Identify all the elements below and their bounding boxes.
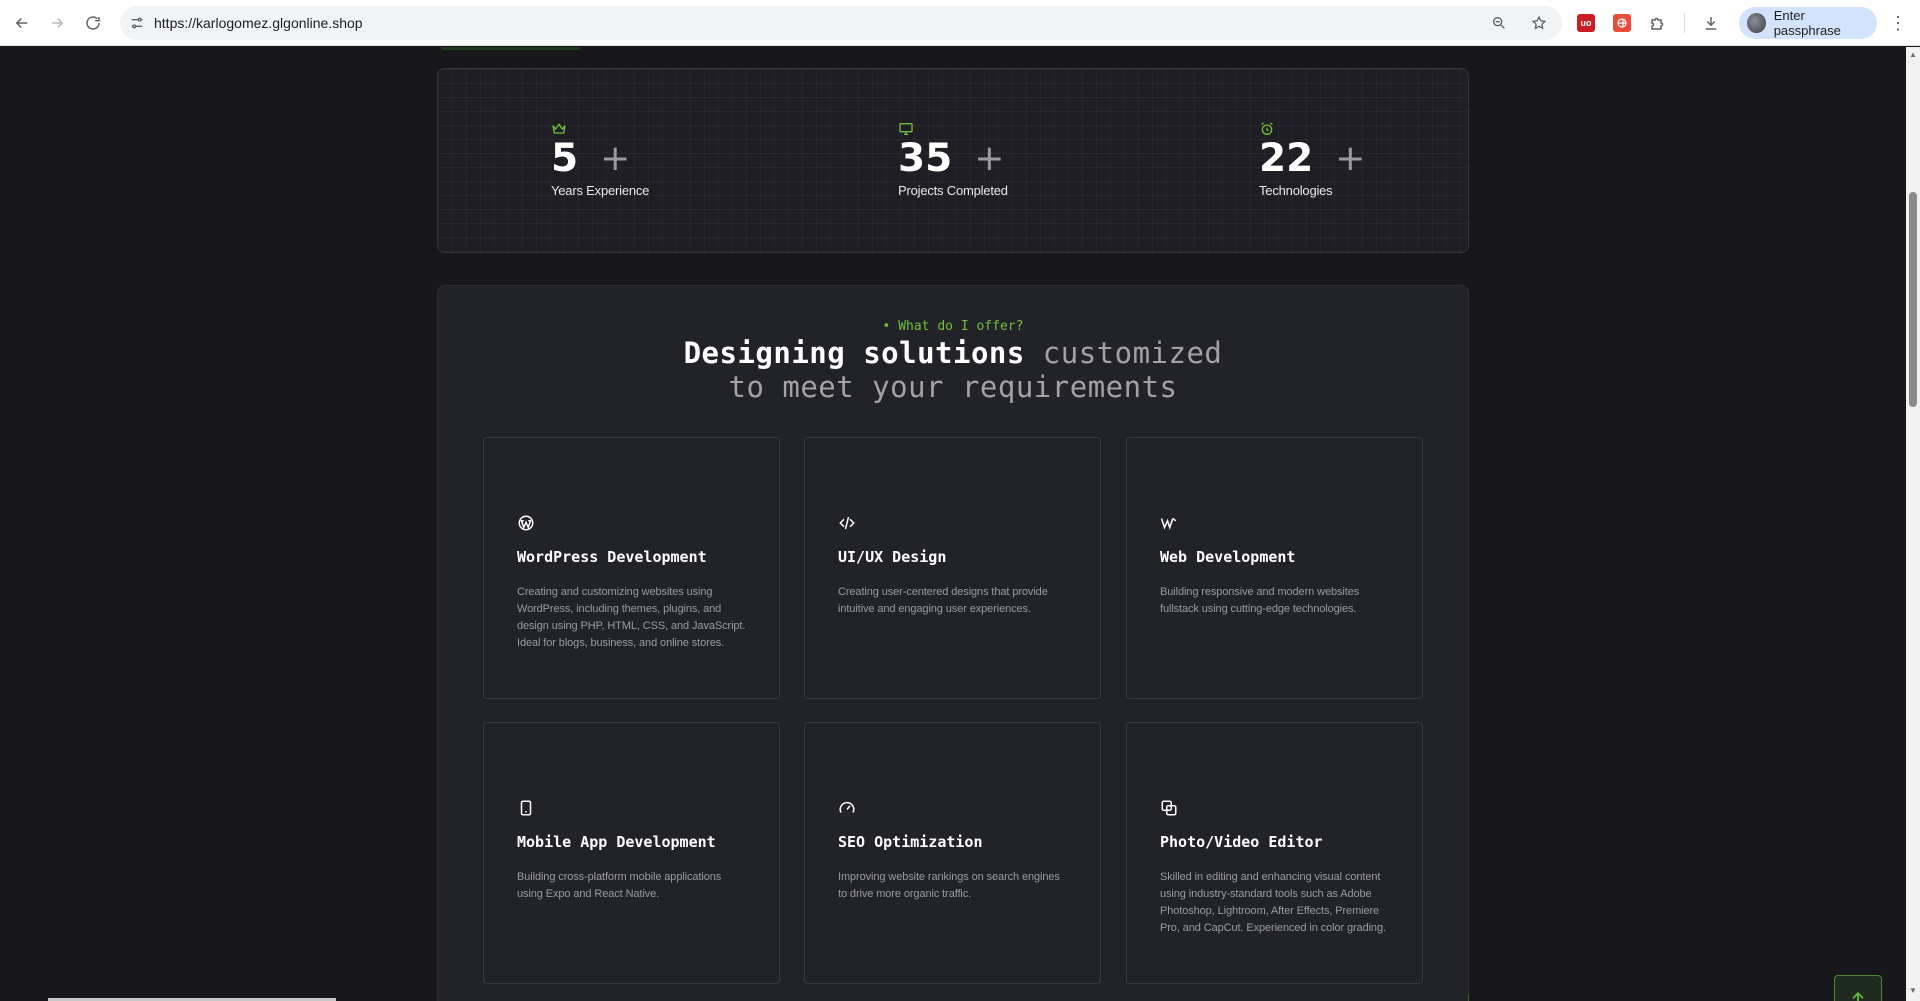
profile-button[interactable]: Enter passphrase <box>1739 7 1877 39</box>
crown-icon <box>551 121 567 137</box>
stat-value-row: 5 + <box>551 139 649 179</box>
page-content: 5 + Years Experience 35 + Projects Compl… <box>0 47 1906 1001</box>
red-extension[interactable] <box>1608 9 1636 37</box>
heading-bright: Designing solutions <box>683 336 1025 370</box>
profile-label: Enter passphrase <box>1773 8 1841 38</box>
stat-projects-completed: 35 + Projects Completed <box>898 121 1008 198</box>
card-description: Building cross-platform mobile applicati… <box>517 871 722 900</box>
stat-years-experience: 5 + Years Experience <box>551 121 649 198</box>
scroll-down-arrow-icon[interactable]: ▼ <box>1909 987 1917 995</box>
stat-label: Years Experience <box>551 183 650 198</box>
stat-plus: + <box>1335 138 1366 179</box>
arrow-right-icon <box>51 17 64 29</box>
stat-plus: + <box>974 138 1005 179</box>
reload-icon <box>86 16 100 30</box>
photo-layers-icon <box>1160 799 1178 817</box>
toolbar-divider <box>1684 13 1685 33</box>
decorative-line <box>1468 995 1469 1001</box>
monitor-icon <box>898 121 914 137</box>
extension-logo-icon <box>1613 14 1631 32</box>
site-info-icon[interactable] <box>120 6 154 40</box>
service-card-seo[interactable]: SEO Optimization Improving website ranki… <box>804 722 1101 984</box>
stats-panel: 5 + Years Experience 35 + Projects Compl… <box>437 68 1469 253</box>
stat-value: 22 <box>1259 136 1314 181</box>
code-icon <box>838 514 856 532</box>
stat-technologies: 22 + Technologies <box>1259 121 1365 198</box>
heading-dim-1: customized <box>1042 336 1223 370</box>
page-scrollbar[interactable]: ▲ ▼ <box>1906 47 1920 1001</box>
stat-plus: + <box>600 138 631 179</box>
heading-dim-2: to meet your requirements <box>728 370 1178 404</box>
stat-value: 35 <box>898 136 953 181</box>
card-description: Skilled in editing and enhancing visual … <box>1160 871 1386 934</box>
scroll-up-arrow-icon[interactable]: ▲ <box>1909 51 1917 59</box>
card-title: WordPress Development <box>517 548 707 566</box>
card-title: Mobile App Development <box>517 833 716 851</box>
card-title: UI/UX Design <box>838 548 947 566</box>
url-text[interactable]: https://karlogomez.glgonline.shop <box>154 15 363 31</box>
ublock-extension[interactable]: uo <box>1572 9 1600 37</box>
stat-label: Projects Completed <box>898 183 1008 198</box>
webflow-icon <box>1160 514 1178 532</box>
downloads-button[interactable] <box>1697 9 1725 37</box>
stat-value-row: 22 + <box>1259 139 1365 179</box>
card-description: Improving website rankings on search eng… <box>838 871 1060 900</box>
stat-label: Technologies <box>1259 183 1333 198</box>
service-card-web-development[interactable]: Web Development Building responsive and … <box>1126 437 1423 699</box>
extensions-area: uo <box>1572 8 1725 38</box>
previous-section-edge <box>441 47 581 50</box>
stat-value: 5 <box>551 136 579 181</box>
section-eyebrow: • What do I offer? <box>882 319 1024 334</box>
service-card-wordpress[interactable]: WordPress Development Creating and custo… <box>483 437 780 699</box>
scrollbar-thumb[interactable] <box>1909 192 1917 407</box>
zoom-icon[interactable] <box>1482 6 1516 40</box>
back-button[interactable] <box>8 9 36 37</box>
smartphone-icon <box>517 799 535 817</box>
wordpress-icon <box>517 514 535 532</box>
avatar <box>1747 13 1766 33</box>
services-section: • What do I offer? Designing solutions c… <box>437 285 1469 1001</box>
forward-button[interactable] <box>43 9 71 37</box>
gauge-icon <box>838 799 856 817</box>
bookmark-star-icon[interactable] <box>1522 6 1556 40</box>
address-bar[interactable]: https://karlogomez.glgonline.shop <box>120 6 1562 40</box>
card-description: Creating and customizing websites using … <box>517 586 746 649</box>
reload-button[interactable] <box>79 9 107 37</box>
scroll-to-top-button[interactable] <box>1834 975 1882 1001</box>
arrow-up-icon <box>1852 991 1864 1001</box>
section-heading: Designing solutions customized to meet y… <box>438 336 1468 404</box>
stat-value-row: 35 + <box>898 139 1008 179</box>
card-title: Web Development <box>1160 548 1296 566</box>
ublock-icon: uo <box>1577 14 1595 32</box>
menu-kebab-icon[interactable]: ⋮ <box>1884 9 1912 37</box>
card-description: Creating user-centered designs that prov… <box>838 586 1048 615</box>
extensions-button[interactable] <box>1644 9 1672 37</box>
card-title: SEO Optimization <box>838 833 983 851</box>
service-card-mobile-app[interactable]: Mobile App Development Building cross-pl… <box>483 722 780 984</box>
download-icon <box>1705 17 1717 30</box>
arrow-left-icon <box>15 17 28 29</box>
card-title: Photo/Video Editor <box>1160 833 1323 851</box>
service-card-uiux[interactable]: UI/UX Design Creating user-centered desi… <box>804 437 1101 699</box>
service-card-photo-video[interactable]: Photo/Video Editor Skilled in editing an… <box>1126 722 1423 984</box>
alarm-clock-icon <box>1259 121 1275 137</box>
puzzle-icon <box>1651 17 1664 30</box>
card-description: Building responsive and modern websites … <box>1160 586 1360 615</box>
browser-toolbar: https://karlogomez.glgonline.shop uo Ent… <box>0 0 1920 46</box>
